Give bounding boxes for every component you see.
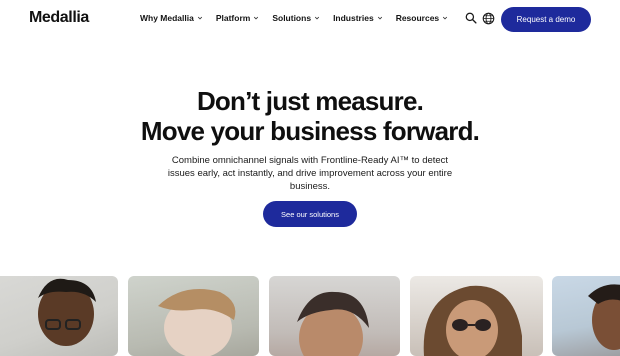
nav-item-why-medallia[interactable]: Why Medallia	[140, 13, 203, 23]
request-demo-button[interactable]: Request a demo	[501, 7, 591, 32]
nav-item-label: Solutions	[272, 13, 312, 23]
nav-item-label: Platform	[215, 13, 251, 23]
headline-line-1: Don’t just measure.	[196, 86, 424, 116]
person-photo-4[interactable]	[410, 276, 543, 356]
nav-item-solutions[interactable]: Solutions	[272, 13, 320, 23]
person-image	[38, 278, 96, 346]
nav-item-label: Why Medallia	[140, 13, 194, 23]
medallia-logo[interactable]: Medallia	[29, 9, 89, 27]
photo-carousel	[0, 276, 620, 356]
chevron-down-icon	[314, 16, 320, 20]
chevron-down-icon	[197, 16, 202, 20]
person-photo-5[interactable]	[552, 276, 620, 356]
person-image	[297, 291, 369, 356]
person-image	[158, 289, 236, 356]
person-photo-1[interactable]	[0, 276, 118, 356]
hero-headline: Don’t just measure. Move your business f…	[0, 86, 620, 146]
person-photo-3[interactable]	[269, 276, 400, 356]
site-header: Medallia Why Medallia Platform Solutions…	[0, 0, 620, 40]
see-solutions-button[interactable]: See our solutions	[263, 201, 357, 227]
chevron-down-icon	[254, 16, 259, 20]
nav-item-platform[interactable]: Platform	[216, 13, 259, 23]
nav-item-label: Resources	[395, 13, 440, 23]
person-image	[423, 285, 522, 356]
chevron-down-icon	[377, 16, 382, 20]
nav-item-industries[interactable]: Industries	[333, 13, 383, 23]
search-icon[interactable]	[465, 12, 477, 24]
globe-icon[interactable]	[482, 12, 495, 25]
person-image	[588, 284, 620, 350]
chevron-down-icon	[443, 16, 448, 20]
hero-section: Don’t just measure. Move your business f…	[0, 86, 620, 193]
person-photo-2[interactable]	[128, 276, 259, 356]
nav-item-label: Industries	[333, 13, 374, 23]
main-nav: Why Medallia Platform Solutions Industri…	[140, 13, 448, 23]
hero-subcopy: Combine omnichannel signals with Frontli…	[167, 155, 453, 192]
nav-item-resources[interactable]: Resources	[396, 13, 448, 23]
headline-line-2: Move your business forward.	[140, 116, 480, 146]
